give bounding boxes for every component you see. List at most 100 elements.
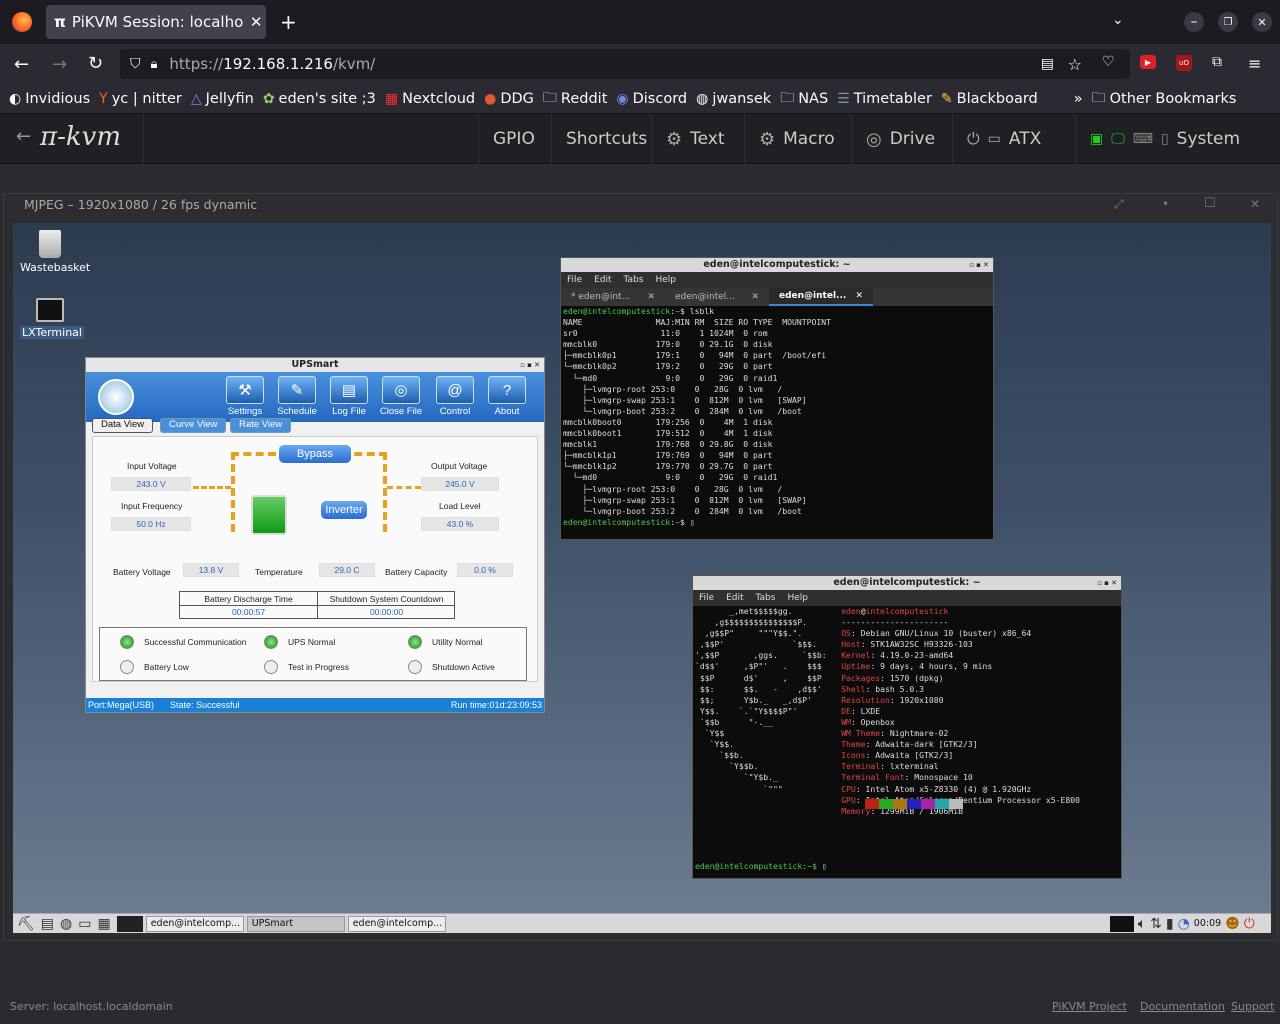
close-icon[interactable]: ✕: [647, 292, 655, 302]
upsmart-titlebar[interactable]: UPSmart ▫ ▪ ✕: [86, 358, 544, 372]
taskbar-item-terminal[interactable]: eden@intelcomp...: [347, 915, 446, 932]
bookmark-nextcloud[interactable]: ▦ Nextcloud: [385, 91, 475, 107]
reader-view-icon[interactable]: ▤: [1041, 56, 1054, 72]
youtube-extension-icon[interactable]: ▶: [1140, 55, 1156, 69]
start-menu-icon[interactable]: ⛏: [17, 916, 35, 932]
close-icon[interactable]: ✕: [855, 291, 863, 301]
dot-icon[interactable]: •: [1162, 197, 1169, 211]
settings-button[interactable]: ⚒ Settings: [222, 376, 268, 417]
terminal-tab-active[interactable]: eden@intel... ✕: [769, 288, 873, 306]
menu-tabs[interactable]: Tabs: [624, 275, 644, 285]
menu-macro[interactable]: ⚙ Macro: [744, 114, 849, 164]
minimize-all-icon[interactable]: ▭: [78, 916, 91, 932]
tab-curve-view[interactable]: Curve View: [160, 418, 227, 433]
desktop-pager-icon[interactable]: ▦: [97, 916, 110, 932]
terminal-tab[interactable]: eden@intel... ✕: [665, 288, 769, 306]
menu-gpio[interactable]: GPIO: [478, 114, 549, 164]
bookmark-edens-site[interactable]: ✿ eden's site ;3: [263, 91, 376, 107]
reload-icon[interactable]: ↻: [88, 53, 103, 74]
menu-file[interactable]: File: [567, 275, 582, 285]
restore-icon[interactable]: ❐: [1218, 12, 1238, 32]
browser-tab[interactable]: π PiKVM Session: localhost ✕: [46, 5, 266, 39]
close-stream-icon[interactable]: ✕: [1250, 197, 1260, 211]
pager-workspace[interactable]: [116, 915, 143, 932]
bookmark-star-icon[interactable]: ☆: [1068, 55, 1082, 74]
back-icon[interactable]: ←: [14, 54, 29, 75]
ublock-icon[interactable]: uO: [1176, 55, 1192, 71]
bookmark-invidious[interactable]: ◐ Invidious: [9, 91, 90, 107]
menu-system[interactable]: ▣ 🖵︎ ⌨ ▯ System: [1075, 114, 1254, 164]
bookmark-jellyfin[interactable]: △ Jellyfin: [191, 91, 254, 107]
menu-text[interactable]: ⚙ Text: [651, 114, 739, 164]
clock-tray-icon[interactable]: ◔: [1178, 916, 1190, 932]
close-file-button[interactable]: ◎ Close File: [378, 376, 424, 417]
bookmark-discord[interactable]: ◉ Discord: [616, 91, 687, 107]
bookmark-reddit[interactable]: 🗀︎ Reddit: [543, 87, 607, 111]
minimize-icon[interactable]: –: [1184, 12, 1204, 32]
tab-rate-view[interactable]: Rate View: [230, 418, 292, 433]
fullscreen-icon[interactable]: ⤢: [1114, 197, 1124, 212]
bookmark-jwansek[interactable]: ◍ jwansek: [696, 91, 771, 107]
shield-icon[interactable]: ⛉: [130, 56, 141, 72]
bookmark-blackboard[interactable]: ✎ Blackboard: [941, 91, 1038, 107]
app-menu-icon[interactable]: ≡: [1248, 54, 1261, 73]
menu-tabs[interactable]: Tabs: [756, 593, 776, 603]
logout-icon[interactable]: ⏻: [1244, 916, 1255, 932]
terminal-tab[interactable]: * eden@int... ✕: [561, 288, 665, 306]
terminal-window-lsblk[interactable]: eden@intelcomputestick: ~ ▫ ▪ ✕ File Edit T…: [560, 257, 994, 540]
menu-edit[interactable]: Edit: [726, 593, 743, 603]
file-manager-icon[interactable]: ▤: [41, 916, 54, 932]
bookmarks-overflow-icon[interactable]: »: [1074, 91, 1083, 107]
tab-data-view[interactable]: Data View: [92, 418, 154, 433]
forward-icon[interactable]: →: [52, 54, 67, 75]
bookmark-ddg[interactable]: ● DDG: [484, 91, 534, 107]
battery-tray-icon[interactable]: ▮: [1166, 916, 1174, 932]
terminal-window-neofetch[interactable]: eden@intelcomputestick: ~ ▫ ▪ ✕ File Edit T…: [692, 575, 1122, 879]
tab-list-chevron-icon[interactable]: ⌄: [1112, 12, 1124, 28]
window-controls-icon[interactable]: ▫ ▪ ✕: [1097, 576, 1117, 590]
control-button[interactable]: @ Control: [432, 376, 478, 417]
pikvm-logo[interactable]: π-kvm: [40, 122, 121, 152]
taskbar-item-terminal[interactable]: eden@intelcomp...: [145, 915, 244, 932]
browser-icon[interactable]: ◍: [60, 916, 72, 932]
back-arrow-icon[interactable]: ←: [16, 126, 31, 147]
bookmark-nitter[interactable]: Yyc | nitter: [99, 91, 182, 107]
maximize-icon[interactable]: ☐: [1204, 196, 1216, 211]
close-icon[interactable]: ✕: [751, 292, 759, 302]
lock-icon[interactable]: 🔒︎: [151, 57, 158, 72]
about-button[interactable]: ? About: [484, 376, 530, 417]
schedule-button[interactable]: ✎ Schedule: [274, 376, 320, 417]
menu-drive[interactable]: ◎ Drive: [851, 114, 949, 164]
extensions-icon[interactable]: ⧉: [1212, 54, 1222, 70]
menu-file[interactable]: File: [699, 593, 714, 603]
menu-edit[interactable]: Edit: [594, 275, 611, 285]
taskbar-clock[interactable]: 00:09: [1194, 918, 1221, 929]
pocket-icon[interactable]: ♡: [1102, 54, 1115, 70]
url-bar[interactable]: ⛉ 🔒︎ https://192.168.1.216/kvm/ ▤ ☆: [120, 49, 1130, 79]
window-controls-icon[interactable]: ▫ ▪ ✕: [520, 358, 540, 372]
desktop-icon-lxterminal[interactable]: LXTerminal: [20, 298, 84, 339]
bookmark-nas[interactable]: 🗀︎ NAS: [780, 87, 828, 111]
menu-shortcuts[interactable]: Shortcuts: [551, 114, 661, 164]
desktop-icon-wastebasket[interactable]: Wastebasket: [20, 230, 90, 274]
footer-link-documentation[interactable]: Documentation: [1140, 1000, 1225, 1013]
log-file-button[interactable]: ▤ Log File: [326, 376, 372, 417]
other-bookmarks[interactable]: 🗀︎ Other Bookmarks: [1092, 87, 1237, 111]
firefox-icon[interactable]: [12, 12, 32, 32]
tab-close-icon[interactable]: ✕: [250, 13, 263, 31]
terminal-titlebar[interactable]: eden@intelcomputestick: ~ ▫ ▪ ✕: [693, 576, 1121, 590]
close-window-icon[interactable]: ✕: [1252, 12, 1272, 32]
terminal-titlebar[interactable]: eden@intelcomputestick: ~ ▫ ▪ ✕: [561, 258, 993, 272]
remote-screen[interactable]: Wastebasket LXTerminal eden@intelcompute…: [13, 223, 1271, 933]
menu-help[interactable]: Help: [787, 593, 808, 603]
network-icon[interactable]: ⇅: [1150, 916, 1162, 932]
upsmart-window[interactable]: UPSmart ▫ ▪ ✕ ⚒ Settings ✎ Schedule ▤ Log Fi…: [85, 357, 545, 713]
new-tab-icon[interactable]: +: [280, 10, 297, 34]
bookmark-timetabler[interactable]: ☰ Timetabler: [837, 91, 932, 107]
menu-help[interactable]: Help: [655, 275, 676, 285]
footer-link-support[interactable]: Support: [1231, 1000, 1274, 1013]
window-controls-icon[interactable]: ▫ ▪ ✕: [969, 258, 989, 272]
menu-atx[interactable]: ⏻ ▭ ATX: [952, 114, 1055, 164]
taskbar-item-upsmart[interactable]: UPSmart: [246, 915, 345, 932]
lock-screen-icon[interactable]: ☻: [1225, 916, 1240, 932]
